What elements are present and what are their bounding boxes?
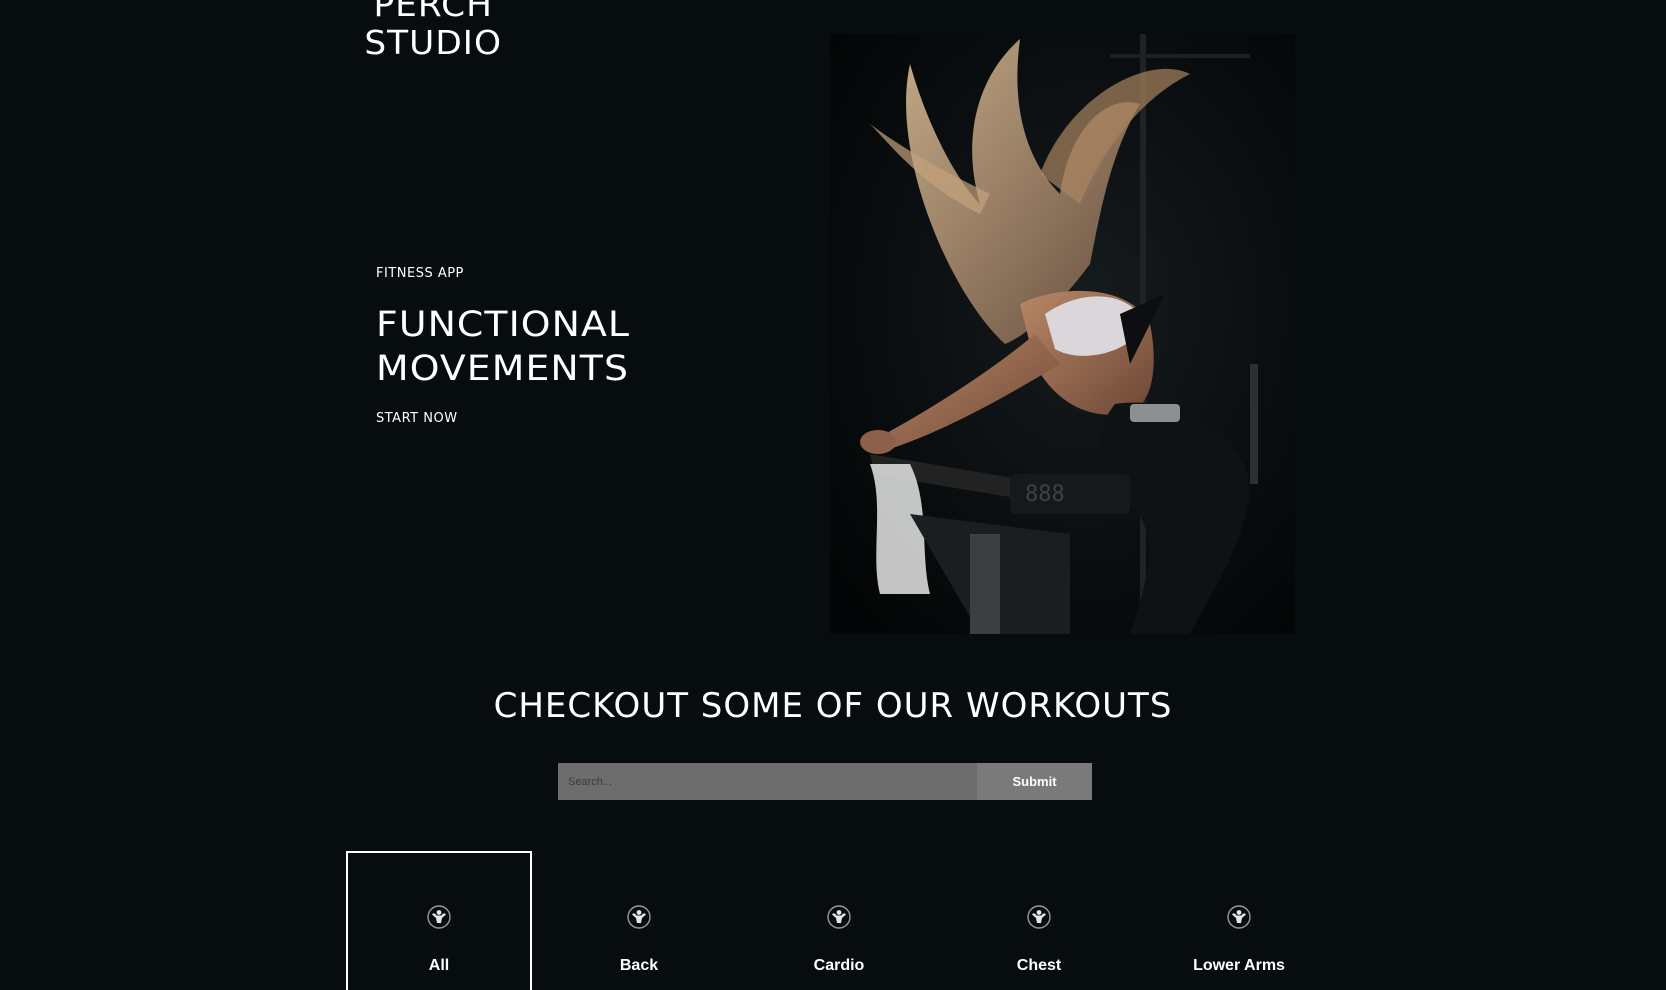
category-lower-arms[interactable]: Lower Arms [1146, 851, 1332, 990]
search-input[interactable] [558, 763, 977, 800]
hero-photo-illustration: 888 [830, 34, 1295, 634]
svg-text:888: 888 [1025, 482, 1065, 507]
page: PERCH STUDIO FITNESS APP FUNCTIONAL MOVE… [0, 0, 1666, 990]
category-label: Lower Arms [1193, 957, 1285, 974]
category-label: All [428, 957, 450, 974]
start-now-link[interactable]: START NOW [376, 411, 458, 426]
bodybuilder-icon [427, 905, 451, 929]
bodybuilder-icon [1027, 905, 1051, 929]
category-chest[interactable]: Chest [946, 851, 1132, 990]
search-form: Submit [558, 763, 1092, 800]
hero-title: FUNCTIONAL MOVEMENTS [376, 303, 630, 391]
hero-title-line-2: MOVEMENTS [376, 349, 630, 389]
bodybuilder-icon [827, 905, 851, 929]
hero-eyebrow: FITNESS APP [376, 266, 464, 281]
category-all[interactable]: All [346, 851, 532, 990]
logo-line-2: STUDIO [364, 23, 503, 62]
hero-photo-cyclist: 888 [830, 34, 1295, 634]
bodybuilder-icon [627, 905, 651, 929]
workouts-section-title: CHECKOUT SOME OF OUR WORKOUTS [493, 686, 1173, 726]
submit-button[interactable]: Submit [977, 763, 1092, 800]
category-label: Chest [1016, 957, 1062, 974]
hero-title-line-1: FUNCTIONAL [376, 305, 631, 345]
bodybuilder-icon [1227, 905, 1251, 929]
brand-logo[interactable]: PERCH STUDIO [350, 0, 516, 62]
logo-line-1: PERCH [373, 0, 493, 24]
category-back[interactable]: Back [546, 851, 732, 990]
category-label: Back [619, 957, 659, 974]
category-list: All Back Cardio Chest Lower Arms [346, 851, 1332, 990]
category-label: Cardio [813, 957, 865, 974]
hero-text: FITNESS APP FUNCTIONAL MOVEMENTS START N… [376, 266, 629, 427]
category-cardio[interactable]: Cardio [746, 851, 932, 990]
